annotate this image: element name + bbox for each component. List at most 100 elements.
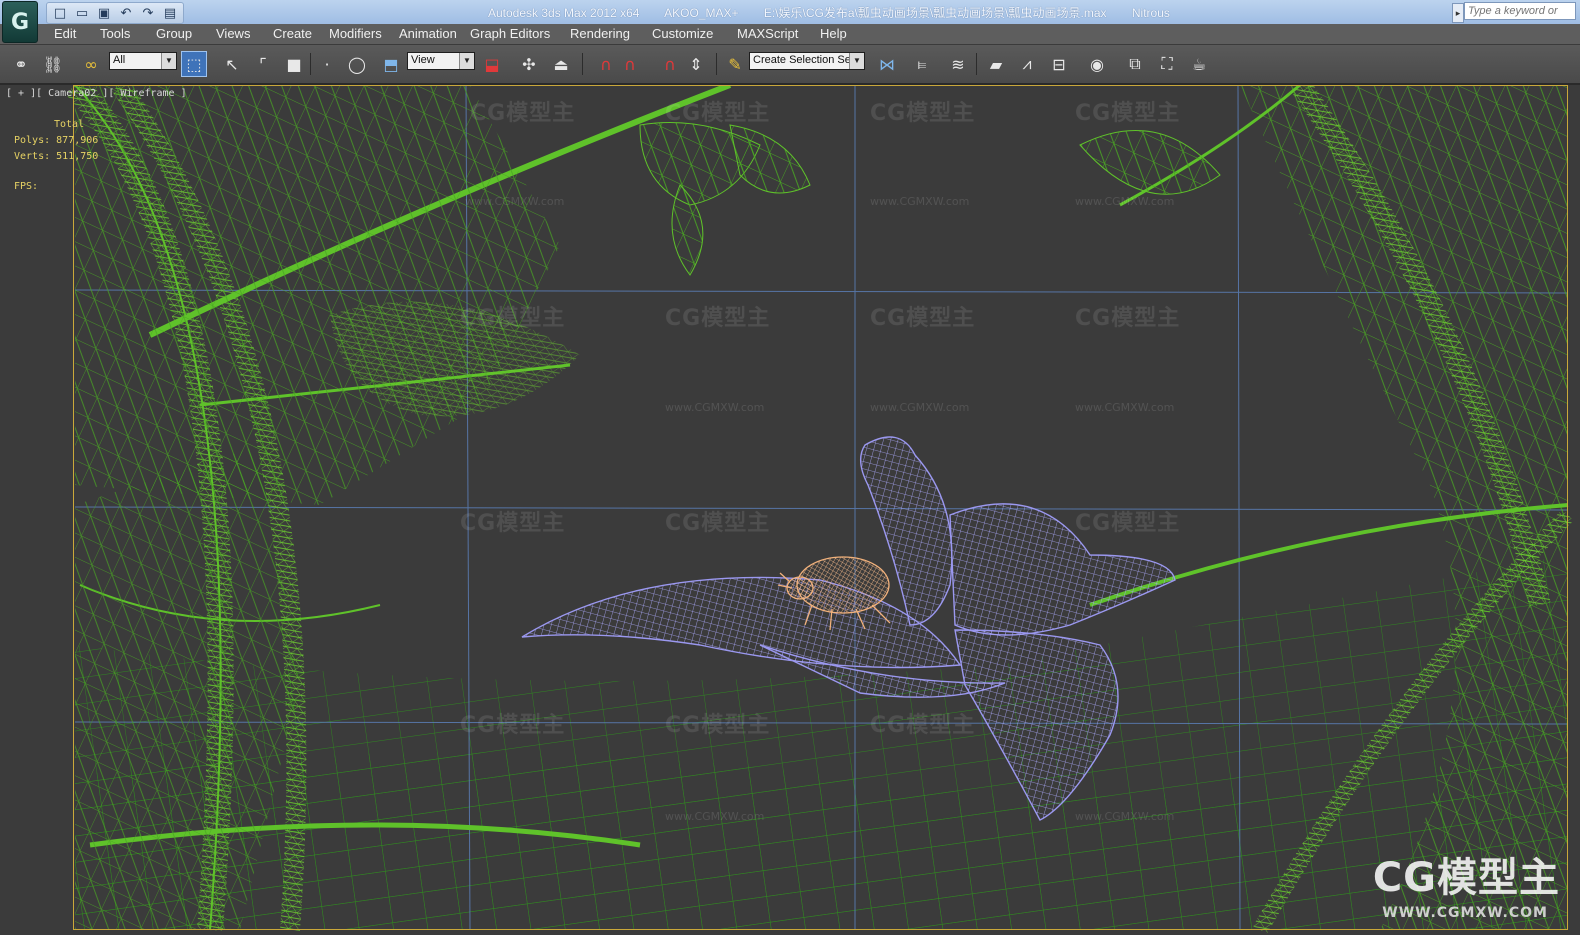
watermark-url: www.CGMXW.com bbox=[1075, 195, 1175, 208]
new-file-icon[interactable]: □ bbox=[50, 3, 70, 23]
pivot-center-icon[interactable]: ⬓ bbox=[479, 51, 505, 77]
watermark-url: www.CGMXW.com bbox=[870, 195, 970, 208]
menu-rendering[interactable]: Rendering bbox=[570, 26, 630, 41]
menu-graph-editors[interactable]: Graph Editors bbox=[470, 26, 550, 41]
select-and-rotate-icon[interactable]: ◯ bbox=[344, 51, 370, 77]
watermark-logo: CG模型主 bbox=[1075, 306, 1181, 331]
watermark-logo: CG模型主 bbox=[665, 101, 771, 126]
layer-manager-icon[interactable]: ≋ bbox=[945, 51, 971, 77]
select-and-move-icon[interactable]: · bbox=[314, 51, 340, 77]
material-editor-icon[interactable]: ◉ bbox=[1084, 51, 1110, 77]
menu-maxscript[interactable]: MAXScript bbox=[737, 26, 798, 41]
watermark-logo: CG模型主 bbox=[870, 713, 976, 738]
workspace-name: AKOO_MAX+ bbox=[664, 6, 739, 20]
watermark-logo: CG模型主 bbox=[1075, 511, 1181, 536]
project-folder-icon[interactable]: ▤ bbox=[160, 3, 180, 23]
selection-region-icon[interactable]: ⌜ bbox=[250, 51, 276, 77]
mirror-icon[interactable]: ⋈ bbox=[874, 51, 900, 77]
menu-help[interactable]: Help bbox=[820, 26, 847, 41]
undo-icon[interactable]: ↶ bbox=[116, 3, 136, 23]
open-folder-icon[interactable]: ▭ bbox=[72, 3, 92, 23]
watermark-url: www.CGMXW.com bbox=[465, 195, 565, 208]
menu-edit[interactable]: Edit bbox=[54, 26, 76, 41]
corner-watermark-logo: CG模型主 bbox=[1372, 855, 1560, 901]
toolbar-divider bbox=[976, 53, 977, 75]
menu-tools[interactable]: Tools bbox=[100, 26, 130, 41]
graphite-modeling-tools-icon[interactable]: ▰ bbox=[983, 51, 1009, 77]
spinner-snap-icon[interactable]: ⇕ bbox=[683, 51, 709, 77]
watermark-logo: CG模型主 bbox=[665, 306, 771, 331]
reference-coordinate-value: View bbox=[411, 54, 435, 66]
select-and-link-icon[interactable]: ⚭ bbox=[8, 51, 34, 77]
select-object-icon[interactable]: ⬚ bbox=[181, 51, 207, 77]
named-selection-value: Create Selection Se bbox=[753, 54, 851, 66]
render-setup-icon[interactable]: ⧉ bbox=[1122, 51, 1148, 77]
edit-named-selection-icon[interactable]: ✎ bbox=[722, 51, 748, 77]
menu-animation[interactable]: Animation bbox=[399, 26, 457, 41]
watermark-logo: CG模型主 bbox=[460, 511, 566, 536]
named-selection-dropdown[interactable]: Create Selection Se ▼ bbox=[749, 52, 865, 70]
watermark-url: www.CGMXW.com bbox=[665, 810, 765, 823]
watermark-url: www.CGMXW.com bbox=[1075, 401, 1175, 414]
stats-verts: Verts: 511,750 bbox=[14, 149, 98, 165]
rendered-frame-window-icon[interactable]: ⛶ bbox=[1154, 51, 1180, 77]
chevron-down-icon: ▼ bbox=[459, 53, 474, 69]
toolbar-divider bbox=[310, 53, 311, 75]
save-icon[interactable]: ▣ bbox=[94, 3, 114, 23]
camera-viewport[interactable]: CG模型主 CG模型主 CG模型主 CG模型主 CG模型主 CG模型主 CG模型… bbox=[0, 85, 1580, 935]
viewport-statistics: Total Polys: 877,906 Verts: 511,750 FPS: bbox=[14, 117, 98, 195]
select-by-name-icon[interactable]: ↖ bbox=[219, 51, 245, 77]
watermark-logo: CG模型主 bbox=[870, 306, 976, 331]
window-crossing-icon[interactable]: ■ bbox=[281, 51, 307, 77]
bind-to-space-warp-icon[interactable]: ∞ bbox=[78, 51, 104, 77]
polys-label: Polys: bbox=[14, 135, 51, 146]
menu-customize[interactable]: Customize bbox=[652, 26, 713, 41]
stats-fps: FPS: bbox=[14, 181, 39, 192]
viewport-label-menu[interactable]: [ + ][ Camera02 ][ Wireframe ] bbox=[6, 88, 187, 99]
watermark-logo: CG模型主 bbox=[870, 101, 976, 126]
polys-value: 877,906 bbox=[56, 135, 99, 146]
safe-frame bbox=[73, 85, 1568, 930]
select-and-scale-icon[interactable]: ⬒ bbox=[378, 51, 404, 77]
selection-filter-value: All bbox=[113, 54, 126, 66]
watermark-logo: CG模型主 bbox=[665, 511, 771, 536]
application-menu-button[interactable]: G bbox=[2, 1, 38, 43]
render-production-icon[interactable]: ☕ bbox=[1186, 51, 1212, 77]
chevron-down-icon: ▼ bbox=[161, 53, 176, 69]
watermark-url: www.CGMXW.com bbox=[665, 401, 765, 414]
quick-access-toolbar: □ ▭ ▣ ↶ ↷ ▤ bbox=[46, 2, 184, 24]
stats-polys: Polys: 877,906 bbox=[14, 133, 98, 149]
select-manipulate-icon[interactable]: ✣ bbox=[516, 51, 542, 77]
reference-coordinate-dropdown[interactable]: View ▼ bbox=[407, 52, 475, 70]
align-icon[interactable]: ⫢ bbox=[909, 51, 935, 77]
toolbar-divider bbox=[716, 53, 717, 75]
menu-views[interactable]: Views bbox=[216, 26, 250, 41]
watermark-url: www.CGMXW.com bbox=[1075, 810, 1175, 823]
selection-filter-dropdown[interactable]: All ▼ bbox=[109, 52, 177, 70]
chevron-down-icon: ▼ bbox=[849, 53, 864, 69]
title-bar: □ ▭ ▣ ↶ ↷ ▤ Autodesk 3ds Max 2012 x64 AK… bbox=[0, 0, 1580, 25]
watermark-logo: CG模型主 bbox=[665, 713, 771, 738]
search-input[interactable] bbox=[1464, 2, 1576, 20]
keyboard-shortcut-override-icon[interactable]: ⏏ bbox=[548, 51, 574, 77]
menu-modifiers[interactable]: Modifiers bbox=[329, 26, 382, 41]
watermark-logo: CG模型主 bbox=[470, 101, 576, 126]
file-path: E:\娱乐\CG发布a\瓢虫动画场景\瓢虫动画场景\瓢虫动画场景.max bbox=[763, 6, 1107, 20]
schematic-view-icon[interactable]: ⊟ bbox=[1046, 51, 1072, 77]
redo-icon[interactable]: ↷ bbox=[138, 3, 158, 23]
percent-snap-icon[interactable]: ∩ bbox=[657, 51, 683, 77]
watermark-logo: CG模型主 bbox=[1075, 101, 1181, 126]
search-expand-icon[interactable]: ▸ bbox=[1452, 3, 1464, 23]
angle-snap-icon[interactable]: ∩ bbox=[617, 51, 643, 77]
menu-create[interactable]: Create bbox=[273, 26, 312, 41]
toolbar-divider bbox=[582, 53, 583, 75]
curve-editor-icon[interactable]: ⩘ bbox=[1014, 51, 1040, 77]
window-title: Autodesk 3ds Max 2012 x64 AKOO_MAX+ E:\娱… bbox=[488, 4, 1192, 21]
unlink-selection-icon[interactable]: ⛓ bbox=[40, 51, 66, 77]
app-title: Autodesk 3ds Max 2012 x64 bbox=[488, 6, 640, 20]
stats-total-header: Total bbox=[54, 119, 85, 130]
snaps-toggle-icon[interactable]: ∩ bbox=[593, 51, 619, 77]
watermark-logo: CG模型主 bbox=[460, 713, 566, 738]
verts-value: 511,750 bbox=[56, 151, 99, 162]
menu-group[interactable]: Group bbox=[156, 26, 192, 41]
